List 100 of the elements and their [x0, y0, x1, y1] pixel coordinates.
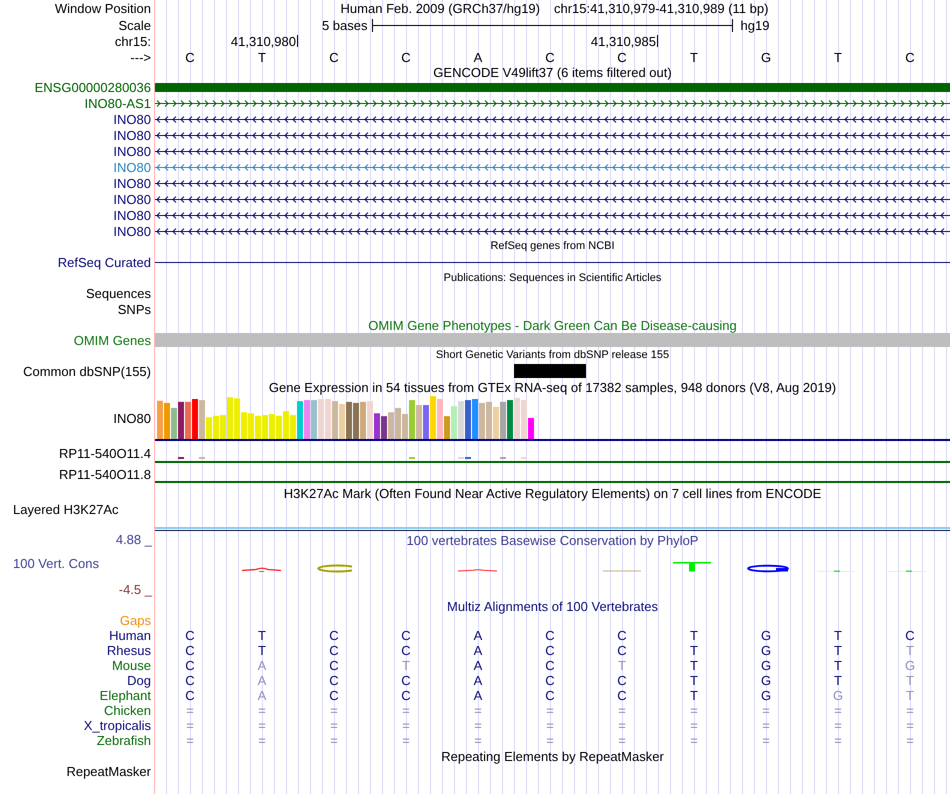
t-shape-icon — [673, 562, 711, 572]
base-letter: = — [762, 734, 770, 747]
base-letter: T — [258, 644, 266, 657]
gene-label[interactable]: INO80 — [113, 208, 151, 222]
base-letter: A — [474, 50, 482, 64]
position-range: chr15:41,310,979-41,310,989 (11 bp) — [554, 2, 768, 15]
track-label[interactable]: Layered H3K27Ac — [13, 503, 119, 516]
track-title[interactable]: Short Genetic Variants from dbSNP release 155 — [436, 350, 670, 361]
track-title[interactable]: H3K27Ac Mark (Often Found Near Active Regulatory Elements) on 7 cell lines from ENCODE — [284, 486, 822, 500]
gene-strand-line[interactable] — [155, 98, 950, 108]
gene-strand-line[interactable] — [155, 146, 950, 156]
base-letter: T — [690, 659, 698, 672]
gene-label[interactable]: INO80 — [113, 128, 151, 142]
gene-label[interactable]: ENSG00000280036 — [34, 80, 151, 94]
gene-label[interactable]: INO80 — [113, 176, 151, 190]
base-letter: A — [258, 689, 266, 702]
gene-label[interactable]: INO80 — [113, 224, 151, 238]
base-letter: C — [545, 50, 555, 64]
gene-track-line[interactable] — [155, 439, 950, 441]
track-title[interactable]: Gene Expression in 54 tissues from GTEx RNA-seq of 17382 samples, 948 donors (V8, Aug 2019) — [268, 380, 836, 394]
track-label[interactable]: Window Position — [54, 2, 151, 15]
gene-strand-line[interactable] — [155, 130, 950, 140]
track-title[interactable]: Publications: Sequences in Scientific Articles — [444, 272, 662, 284]
track-label[interactable]: chr15: — [114, 34, 151, 48]
species-label[interactable]: Dog — [127, 674, 151, 687]
base-letter: C — [617, 50, 627, 64]
assembly-label: hg19 — [740, 18, 770, 32]
track-label[interactable]: RepeatMasker — [66, 765, 151, 778]
base-letter: A — [258, 659, 266, 672]
assembly-title: Human Feb. 2009 (GRCh37/hg19) — [340, 2, 540, 15]
gene-label[interactable]: INO80 — [113, 412, 151, 425]
base-letter: T — [690, 629, 698, 642]
base-letter: = — [330, 734, 338, 747]
base-letter: T — [834, 629, 842, 642]
track-label[interactable]: 100 Vert. Cons — [13, 555, 99, 573]
species-label[interactable]: Mouse — [112, 659, 151, 672]
base-letter: A — [474, 644, 482, 657]
base-letter: C — [401, 674, 411, 687]
species-label[interactable]: Chicken — [104, 704, 151, 717]
gene-block[interactable] — [155, 82, 950, 92]
gene-label[interactable]: RP11-540O11.8 — [58, 468, 151, 480]
track-title[interactable]: OMIM Gene Phenotypes - Dark Green Can Be Disease-causing — [368, 318, 737, 332]
base-letter: = — [690, 704, 698, 717]
base-letter: C — [401, 689, 411, 702]
base-letter: = — [690, 734, 698, 747]
gene-label[interactable]: INO80 — [113, 112, 151, 126]
base-letter: = — [330, 704, 338, 717]
gene-strand-line[interactable] — [155, 226, 950, 236]
track-label[interactable]: ---> — [130, 50, 151, 64]
gene-strand-line[interactable] — [155, 114, 950, 124]
base-letter: = — [834, 719, 842, 732]
gene-track-line[interactable] — [155, 481, 950, 483]
gene-strand-line[interactable] — [155, 210, 950, 220]
base-letter: C — [545, 644, 555, 657]
gene-track-line[interactable] — [155, 461, 950, 463]
base-letter: C — [401, 50, 411, 64]
species-label[interactable]: Zebrafish — [96, 734, 151, 747]
base-letter: T — [258, 50, 266, 64]
base-letter: G — [760, 674, 772, 687]
track-label[interactable]: Common dbSNP(155) — [23, 364, 151, 378]
gene-label[interactable]: INO80-AS1 — [84, 96, 151, 110]
track-label[interactable]: SNPs — [118, 302, 151, 316]
base-letter: C — [545, 659, 555, 672]
base-letter: C — [545, 689, 555, 702]
species-label[interactable]: Elephant — [100, 689, 151, 702]
base-letter: = — [330, 719, 338, 732]
gene-label[interactable]: INO80 — [113, 144, 151, 158]
species-label[interactable]: X_tropicalis — [84, 719, 151, 732]
gene-strand-line[interactable] — [155, 194, 950, 204]
gene-label[interactable]: INO80 — [113, 160, 151, 174]
gene-strand-line[interactable] — [155, 178, 950, 188]
base-letter: = — [618, 719, 626, 732]
base-letter: C — [185, 674, 195, 687]
base-letter: T — [834, 50, 842, 64]
track-title[interactable]: RefSeq genes from NCBI — [490, 241, 615, 252]
gene-label[interactable]: RP11-540O11.4 — [58, 446, 151, 460]
base-letter: = — [474, 719, 482, 732]
gene-label[interactable]: INO80 — [113, 192, 151, 206]
track-title[interactable]: 100 vertebrates Basewise Conservation by PhyloP — [406, 534, 698, 546]
base-letter: T — [906, 689, 914, 702]
base-letter: C — [401, 644, 411, 657]
ruler-tick-icon — [657, 35, 658, 47]
base-letter: = — [546, 734, 554, 747]
base-letter: T — [402, 659, 410, 672]
track-title[interactable]: Repeating Elements by RepeatMasker — [441, 750, 664, 762]
species-label[interactable]: Human — [109, 629, 151, 642]
track-label[interactable]: RefSeq Curated — [58, 256, 151, 268]
base-letter: T — [690, 50, 698, 64]
track-label[interactable]: Sequences — [86, 287, 151, 300]
base-letter: C — [617, 644, 627, 657]
track-label[interactable]: Scale — [118, 18, 151, 32]
base-letter: C — [545, 629, 555, 642]
arch-mark-icon — [242, 568, 282, 572]
base-letter: = — [690, 719, 698, 732]
track-title[interactable]: GENCODE V49lift37 (6 items filtered out) — [433, 66, 672, 78]
track-label[interactable]: OMIM Genes — [74, 334, 151, 347]
track-title[interactable]: Multiz Alignments of 100 Vertebrates — [446, 600, 658, 612]
species-label[interactable]: Rhesus — [106, 644, 151, 657]
base-letter: = — [258, 719, 266, 732]
base-letter: C — [185, 629, 195, 642]
